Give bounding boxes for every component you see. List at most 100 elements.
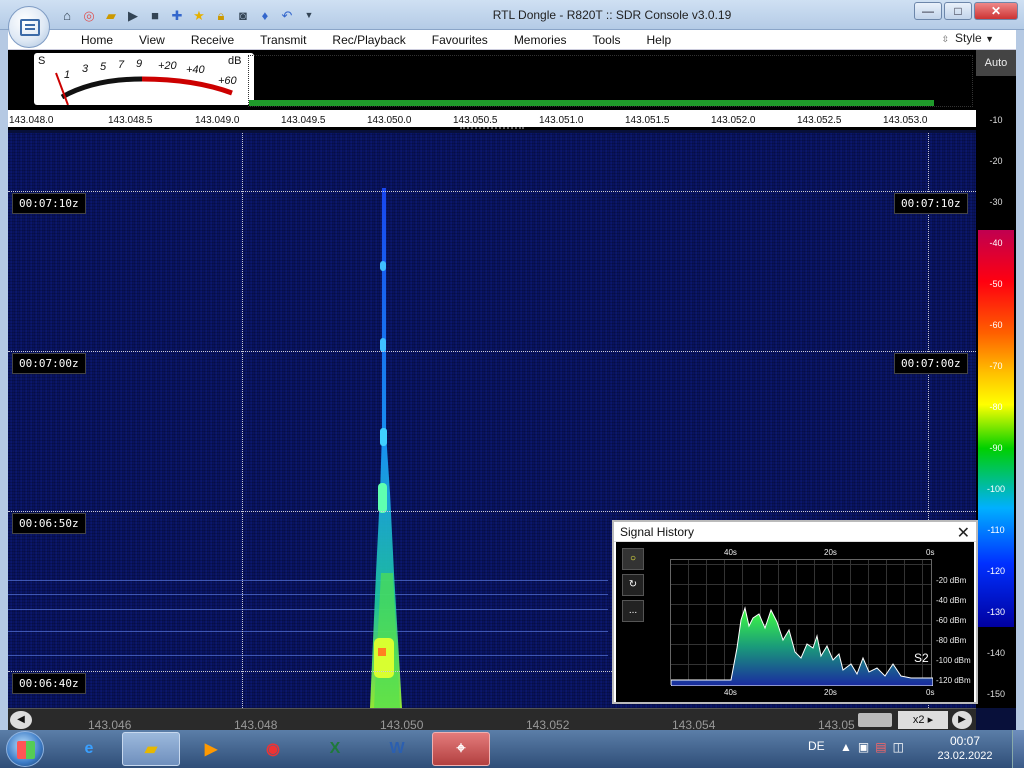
db-tick: +20: [158, 60, 177, 72]
clock[interactable]: 00:07 23.02.2022: [930, 734, 1000, 762]
more-icon[interactable]: ...: [622, 600, 644, 622]
freq-tick: 143.051.0: [539, 115, 584, 126]
menu-transmit[interactable]: Transmit: [247, 33, 319, 47]
window-title: RTL Dongle - R820T :: SDR Console v3.0.1…: [492, 8, 732, 22]
taskbar-sdr-icon[interactable]: ⌖: [432, 732, 490, 766]
zoom-selector[interactable]: x2 ▸: [898, 711, 948, 729]
top-axis-tick: 0s: [926, 548, 935, 557]
device-icon[interactable]: ▣: [858, 740, 869, 754]
time-label: 00:07:10z: [894, 193, 968, 214]
freq-tick: 143.051.5: [625, 115, 670, 126]
network-icon[interactable]: ▤: [875, 740, 886, 754]
y-axis-tick: -20 dBm: [936, 576, 967, 585]
freq-tick: 143.052.0: [711, 115, 756, 126]
scale-tick: -50: [989, 279, 1003, 289]
y-axis-tick: -60 dBm: [936, 616, 967, 625]
taskbar: e ▰ ▶ ◉ X W ⌖ DE ▲ ▣ ▤ ◫ 00:07 23.02.202…: [0, 730, 1024, 768]
taskbar-excel-icon[interactable]: X: [306, 732, 364, 766]
scale-tick: -90: [989, 443, 1003, 453]
zoom-value: x2: [912, 714, 925, 726]
menu-favourites[interactable]: Favourites: [419, 33, 501, 47]
freq-tick: 143.049.0: [195, 115, 240, 126]
grid-line: [8, 351, 976, 352]
language-indicator[interactable]: DE: [808, 739, 825, 753]
freq-tick: 143.050.5: [453, 115, 498, 126]
close-button[interactable]: ✕: [974, 2, 1018, 20]
db-tick: +40: [186, 64, 205, 76]
scale-tick: -150: [986, 689, 1005, 699]
volume-icon[interactable]: ◫: [893, 740, 904, 754]
meter-band: S dB 1 3 5 7 9 +20 +40 +60: [8, 50, 976, 110]
signal-history-trace: [670, 606, 934, 687]
scale-tick: -20: [989, 156, 1003, 166]
app-menu-button[interactable]: [8, 6, 50, 48]
db-tick: +60: [218, 75, 237, 87]
style-dropdown[interactable]: ⇳ Style ▼: [942, 31, 995, 45]
clock-date: 23.02.2022: [937, 750, 993, 762]
signal-history-title: Signal History: [614, 522, 976, 542]
menu-memories[interactable]: Memories: [501, 33, 580, 47]
time-label: 00:07:00z: [894, 353, 968, 374]
menu-receive[interactable]: Receive: [178, 33, 247, 47]
scale-tick: -120: [986, 566, 1005, 576]
auto-button[interactable]: Auto: [976, 50, 1016, 76]
taskbar-explorer-icon[interactable]: ▰: [122, 732, 180, 766]
freq-tick: 143.053.0: [883, 115, 928, 126]
menu-tools[interactable]: Tools: [580, 33, 634, 47]
show-hidden-icons-icon[interactable]: ▲: [840, 740, 852, 754]
freq-tick: 143.049.5: [281, 115, 326, 126]
freq-tick: 143.048.5: [108, 115, 153, 126]
minimize-button[interactable]: —: [914, 2, 942, 20]
scale-tick: -70: [989, 361, 1003, 371]
start-button[interactable]: [6, 731, 44, 767]
time-label: 00:06:40z: [12, 673, 86, 694]
taskbar-media-icon[interactable]: ▶: [182, 732, 240, 766]
maximize-button[interactable]: □: [944, 2, 972, 20]
window-controls: — □ ✕: [914, 2, 1018, 20]
menu-view[interactable]: View: [126, 33, 178, 47]
scale-tick: -80: [989, 402, 1003, 412]
scale-tick: -40: [989, 238, 1003, 248]
bottom-frequency-scroller[interactable]: ◀ 143.046 143.048 143.050 143.052 143.05…: [8, 708, 976, 732]
scroll-left-button[interactable]: ◀: [10, 711, 32, 729]
bottom-axis-tick: 0s: [926, 688, 935, 697]
resize-handle[interactable]: [460, 127, 524, 130]
record-icon[interactable]: ○: [622, 548, 644, 570]
menu-bar: Home View Receive Transmit Rec/Playback …: [8, 30, 1016, 50]
app-menu-icon: [20, 19, 40, 36]
grid-line: [242, 133, 243, 708]
db-label: dB: [228, 55, 242, 67]
taskbar-ie-icon[interactable]: e: [60, 732, 118, 766]
time-label: 00:06:50z: [12, 513, 86, 534]
title-bar: ⌂ ◎ ▰ ▶ ■ ✚ ★ 🔒︎ ◙ ♦ ↶ ▼ RTL Dongle - R8…: [0, 0, 1024, 30]
freq-tick: 143.048.0: [9, 115, 54, 126]
scale-tick: -130: [986, 607, 1005, 617]
s-tick: 3: [82, 63, 89, 75]
show-desktop-button[interactable]: [1012, 730, 1024, 768]
clock-time: 00:07: [949, 734, 981, 748]
spectrum-display[interactable]: [248, 55, 973, 107]
top-axis-tick: 20s: [824, 548, 837, 557]
refresh-icon[interactable]: ↻: [622, 574, 644, 596]
signal-history-close-button[interactable]: ✕: [957, 523, 970, 543]
time-label: 00:07:10z: [12, 193, 86, 214]
frequency-axis[interactable]: 143.048.0 143.048.5 143.049.0 143.049.5 …: [8, 110, 976, 130]
keyboard-icon[interactable]: [858, 713, 892, 727]
taskbar-chrome-icon[interactable]: ◉: [244, 732, 302, 766]
y-axis-tick: -80 dBm: [936, 636, 967, 645]
menu-home[interactable]: Home: [68, 33, 126, 47]
s-meter: S dB 1 3 5 7 9 +20 +40 +60: [34, 53, 254, 105]
scale-tick: -110: [987, 525, 1005, 535]
scale-tick: -30: [989, 197, 1003, 207]
taskbar-word-icon[interactable]: W: [368, 732, 426, 766]
s-tick: 5: [100, 61, 107, 73]
scroll-right-button[interactable]: ▶: [952, 711, 972, 729]
signal-history-body: ○ ↻ ... 40s 20s 0s -20 dBm -40 dBm -60 d…: [616, 542, 974, 702]
s-label: S: [38, 55, 46, 67]
menu-rec-playback[interactable]: Rec/Playback: [319, 33, 418, 47]
freq-tick: 143.052.5: [797, 115, 842, 126]
freq-tick: 143.050.0: [367, 115, 412, 126]
y-axis-tick: -120 dBm: [936, 676, 971, 685]
menu-help[interactable]: Help: [634, 33, 685, 47]
windows-logo-icon: [17, 741, 35, 759]
